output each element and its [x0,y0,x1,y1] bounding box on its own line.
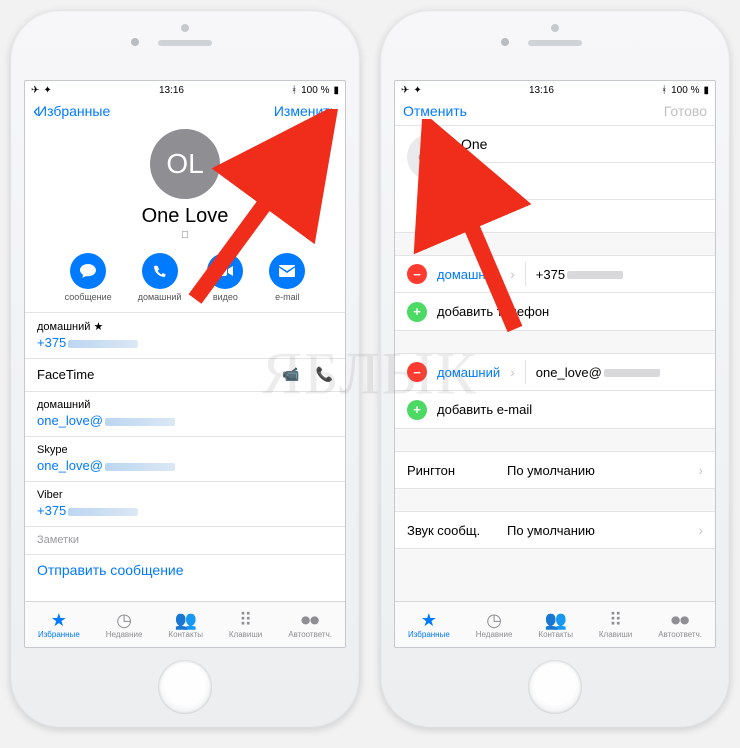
voicemail-icon: ⏺⏺ [671,611,689,629]
edit-button[interactable]: Изменить [274,103,337,119]
row-notes[interactable]: Заметки [25,526,345,554]
tab-избранные[interactable]: ★Избранные [408,611,450,639]
ringtone-row[interactable]: Рингтон По умолчанию › [395,451,715,489]
company-apple-icon:  [25,230,345,241]
first-name-field[interactable]: One [461,126,715,163]
chevron-right-icon: › [698,462,703,478]
tab-контакты[interactable]: 👥Контакты [168,611,203,639]
tab-контакты[interactable]: 👥Контакты [538,611,573,639]
add-photo-button[interactable]: фото [407,134,453,180]
chevron-right-icon: › [510,364,515,380]
tab-избранные[interactable]: ★Избранные [38,611,80,639]
battery-text: 100 % [301,85,329,96]
company-apple-icon:  [461,210,469,222]
back-label: Избранные [37,103,110,119]
chevron-right-icon: › [698,522,703,538]
row-home-phone[interactable]: домашний ★ +375 [25,312,345,358]
tab-label: Недавние [106,630,143,639]
tab-автоответч.[interactable]: ⏺⏺Автоответч. [288,611,332,639]
add-phone-row[interactable]: + добавить телефон [395,293,715,331]
clock-icon: ◷ [116,611,132,629]
status-time: 13:16 [529,85,554,96]
battery-icon: ▮ [333,85,339,96]
action-call[interactable]: домашний [138,253,182,302]
status-bar: ✈ ✦ 13:16 ᚼ 100 % ▮ [395,81,715,99]
voicemail-icon: ⏺⏺ [301,611,319,629]
contacts-icon: 👥 [174,611,196,629]
status-time: 13:16 [159,85,184,96]
bluetooth-icon: ᚼ [291,85,297,96]
keypad-icon: ⠿ [609,611,622,629]
company-field[interactable]:  [461,200,715,232]
remove-phone-button[interactable]: − [407,264,427,284]
tab-клавиши[interactable]: ⠿Клавиши [599,611,632,639]
tab-автоответч.[interactable]: ⏺⏺Автоответч. [658,611,702,639]
text-tone-row[interactable]: Звук сообщ. По умолчанию › [395,511,715,549]
last-name-field[interactable]: Love [461,163,715,200]
add-email-button[interactable]: + [407,400,427,420]
mail-icon [269,253,305,289]
row-facetime[interactable]: FaceTime 📹 📞 [25,358,345,391]
row-send-message[interactable]: Отправить сообщение [25,554,345,586]
star-icon: ★ [51,611,67,629]
battery-icon: ▮ [703,85,709,96]
row-viber[interactable]: Viber +375 [25,481,345,526]
tab-label: Контакты [168,630,203,639]
phone-row[interactable]: − домашний › +375 [395,255,715,293]
row-home-email[interactable]: домашний one_love@ [25,391,345,436]
keypad-icon: ⠿ [239,611,252,629]
home-button[interactable] [528,660,582,714]
row-skype[interactable]: Skype one_love@ [25,436,345,481]
star-icon: ★ [421,611,437,629]
airplane-icon: ✈ [31,85,39,96]
video-icon [207,253,243,289]
contact-avatar: OL [150,129,220,199]
facetime-audio-icon[interactable]: 📞 [316,366,333,383]
battery-text: 100 % [671,85,699,96]
done-button[interactable]: Готово [664,103,707,119]
tab-label: Контакты [538,630,573,639]
contact-name: One Love [25,205,345,228]
wifi-icon: ✦ [413,85,421,96]
cancel-button[interactable]: Отменить [403,103,467,119]
tab-bar: ★Избранные ◷Недавние 👥Контакты ⠿Клавиши ⏺⏺Ав… [395,601,715,647]
tab-label: Недавние [476,630,513,639]
tab-label: Избранные [408,630,450,639]
add-phone-button[interactable]: + [407,302,427,322]
back-button[interactable]: ‹ Избранные [33,103,110,119]
tab-label: Автоответч. [288,630,332,639]
chevron-right-icon: › [510,266,515,282]
contacts-icon: 👥 [544,611,566,629]
action-message[interactable]: сообщение [65,253,112,302]
action-email[interactable]: e-mail [269,253,305,302]
phone-icon [142,253,178,289]
add-email-row[interactable]: + добавить e-mail [395,391,715,429]
tab-label: Клавиши [599,630,632,639]
remove-email-button[interactable]: − [407,362,427,382]
status-bar: ✈ ✦ 13:16 ᚼ 100 % ▮ [25,81,345,99]
airplane-icon: ✈ [401,85,409,96]
message-icon [70,253,106,289]
action-video[interactable]: видео [207,253,243,302]
wifi-icon: ✦ [43,85,51,96]
tab-bar: ★Избранные ◷Недавние 👥Контакты ⠿Клавиши ⏺⏺Ав… [25,601,345,647]
tab-label: Клавиши [229,630,262,639]
bluetooth-icon: ᚼ [661,85,667,96]
tab-клавиши[interactable]: ⠿Клавиши [229,611,262,639]
tab-недавние[interactable]: ◷Недавние [476,611,513,639]
home-button[interactable] [158,660,212,714]
email-row[interactable]: − домашний › one_love@ [395,353,715,391]
clock-icon: ◷ [486,611,502,629]
tab-недавние[interactable]: ◷Недавние [106,611,143,639]
tab-label: Автоответч. [658,630,702,639]
contact-actions: сообщение домашний видео e-mail [25,253,345,302]
facetime-video-icon[interactable]: 📹 [282,366,299,383]
tab-label: Избранные [38,630,80,639]
